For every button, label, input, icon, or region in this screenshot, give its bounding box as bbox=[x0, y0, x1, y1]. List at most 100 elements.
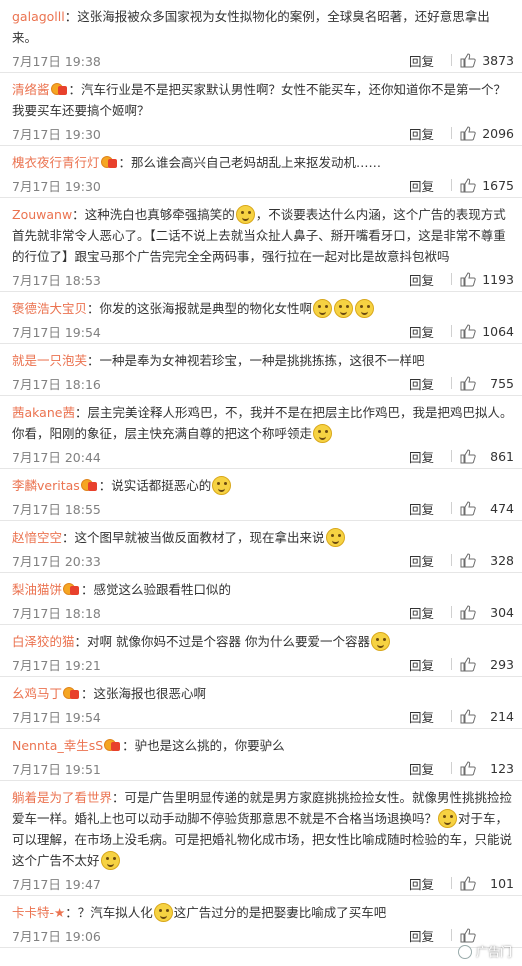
comment-body: 汽车行业是不是把买家默认男性啊？女性不能买车，还你知道你不是第一个？我要买车还要… bbox=[12, 82, 507, 118]
comment-feed: galagolll：这张海报被众多国家视为女性拟物化的案例，全球臭名昭著，还好意… bbox=[0, 0, 522, 948]
reply-button[interactable]: 回复 bbox=[409, 499, 445, 518]
like-thumb-icon[interactable] bbox=[460, 875, 476, 891]
reply-button[interactable]: 回复 bbox=[409, 603, 445, 622]
emoji-icon bbox=[153, 903, 173, 922]
comment-body: 层主完美诠释人形鸡巴，不，我并不是在把层主比作鸡巴，我是把鸡巴拟人。你看，阳刚的… bbox=[12, 405, 513, 441]
comment-text: Nennta_幸生sS ：驴也是这么挑的，你要驴么 bbox=[12, 738, 285, 753]
comment-username[interactable]: Nennta_幸生sS bbox=[12, 738, 103, 753]
watermark: 广告门 bbox=[457, 943, 512, 960]
comment-text: 褒德浩大宝贝：你发的这张海报就是典型的物化女性啊 bbox=[12, 298, 514, 319]
comment-text: 梨油猫饼 ：感觉这么验跟看牲口似的 bbox=[12, 582, 232, 597]
comment-username[interactable]: galagolll bbox=[12, 9, 65, 24]
comment-meta: 7月17日 19:21 回复 293 bbox=[12, 652, 514, 676]
comment-username[interactable]: 白泽狡的猫 bbox=[12, 634, 75, 649]
like-count: 1675 bbox=[482, 177, 514, 193]
reply-button[interactable]: 回复 bbox=[409, 447, 445, 466]
like-count: 304 bbox=[490, 604, 514, 620]
comment-item: 清络酱 ：汽车行业是不是把买家默认男性啊？女性不能买车，还你知道你不是第一个？我要… bbox=[0, 73, 522, 146]
emoji-icon bbox=[235, 205, 255, 224]
like-thumb-icon[interactable] bbox=[460, 708, 476, 724]
comment-username[interactable]: 梨油猫饼 bbox=[12, 582, 62, 597]
emoji-icon bbox=[325, 528, 345, 547]
comment-text: 李麟veritas ：说实话都挺恶心的 bbox=[12, 475, 514, 496]
reply-button[interactable]: 回复 bbox=[409, 551, 445, 570]
comment-item: 李麟veritas ：说实话都挺恶心的 7月17日 18:55 回复 474 bbox=[0, 469, 522, 521]
comment-time: 7月17日 19:30 bbox=[12, 178, 101, 194]
comment-body: 驴也是这么挑的，你要驴么 bbox=[134, 738, 285, 753]
meta-divider bbox=[451, 877, 452, 889]
comment-time: 7月17日 19:06 bbox=[12, 928, 101, 944]
comment-meta: 7月17日 18:16 回复 755 bbox=[12, 371, 514, 395]
member-badge-icon bbox=[50, 83, 68, 96]
comment-body: 一种是奉为女神视若珍宝，一种是挑挑拣拣，这很不一样吧 bbox=[99, 353, 425, 368]
like-thumb-icon[interactable] bbox=[460, 323, 476, 339]
reply-button[interactable]: 回复 bbox=[409, 655, 445, 674]
comment-body: 这个图早就被当做反面教材了，现在拿出来说 bbox=[74, 530, 325, 545]
emoji-icon bbox=[355, 299, 375, 318]
comment-body: 说实话都挺恶心的 bbox=[111, 478, 212, 493]
meta-divider bbox=[451, 450, 452, 462]
like-count: 328 bbox=[490, 552, 514, 568]
comment-username[interactable]: 茜akane茜 bbox=[12, 405, 75, 420]
like-thumb-icon[interactable] bbox=[460, 552, 476, 568]
reply-button[interactable]: 回复 bbox=[409, 176, 445, 195]
member-badge-icon bbox=[63, 687, 80, 700]
comment-meta: 7月17日 19:38 回复 3873 bbox=[12, 48, 514, 72]
like-count: 101 bbox=[490, 875, 514, 891]
comment-text: galagolll：这张海报被众多国家视为女性拟物化的案例，全球臭名昭著，还好意… bbox=[12, 9, 490, 45]
comment-username[interactable]: 就是一只泡芙 bbox=[12, 353, 87, 368]
reply-button[interactable]: 回复 bbox=[409, 374, 445, 393]
reply-button[interactable]: 回复 bbox=[409, 270, 445, 289]
like-thumb-icon[interactable] bbox=[460, 656, 476, 672]
watermark-text: 广告门 bbox=[475, 945, 512, 959]
comment-time: 7月17日 20:33 bbox=[12, 553, 101, 569]
comment-text: 清络酱 ：汽车行业是不是把买家默认男性啊？女性不能买车，还你知道你不是第一个？我要… bbox=[12, 82, 507, 118]
like-thumb-icon[interactable] bbox=[460, 375, 476, 391]
comment-username[interactable]: 褒德浩大宝贝 bbox=[12, 301, 87, 316]
meta-divider bbox=[451, 54, 452, 66]
reply-button[interactable]: 回复 bbox=[409, 926, 445, 945]
emoji-icon bbox=[438, 809, 458, 828]
meta-divider bbox=[451, 658, 452, 670]
comment-username[interactable]: Zouwanw bbox=[12, 207, 72, 222]
like-thumb-icon[interactable] bbox=[460, 52, 476, 68]
meta-divider bbox=[451, 127, 452, 139]
like-thumb-icon[interactable] bbox=[460, 448, 476, 464]
reply-button[interactable]: 回复 bbox=[409, 322, 445, 341]
like-count: 1193 bbox=[482, 271, 514, 287]
like-thumb-icon[interactable] bbox=[460, 177, 476, 193]
comment-username[interactable]: 槐衣夜行青行灯 bbox=[12, 155, 100, 170]
reply-button[interactable]: 回复 bbox=[409, 707, 445, 726]
comment-time: 7月17日 18:53 bbox=[12, 272, 101, 288]
comment-meta: 7月17日 18:53 回复 1193 bbox=[12, 267, 514, 291]
like-thumb-icon[interactable] bbox=[460, 125, 476, 141]
reply-button[interactable]: 回复 bbox=[409, 51, 445, 70]
comment-username[interactable]: 幺鸡马丁 bbox=[12, 686, 62, 701]
reply-button[interactable]: 回复 bbox=[409, 124, 445, 143]
meta-divider bbox=[451, 179, 452, 191]
comment-body: 对啊 就像你妈不过是个容器 你为什么要爱一个容器 bbox=[87, 634, 370, 649]
like-count: 214 bbox=[490, 708, 514, 724]
comment-meta: 7月17日 20:44 回复 861 bbox=[12, 444, 514, 468]
meta-divider bbox=[451, 606, 452, 618]
like-thumb-icon[interactable] bbox=[460, 500, 476, 516]
comment-body: 那么谁会高兴自己老妈胡乱上来抠发动机…… bbox=[131, 155, 382, 170]
like-thumb-icon[interactable] bbox=[460, 760, 476, 776]
emoji-icon bbox=[313, 299, 333, 318]
like-count: 861 bbox=[490, 448, 514, 464]
comment-username[interactable]: 清络酱 bbox=[12, 82, 50, 97]
comment-item: 梨油猫饼 ：感觉这么验跟看牲口似的 7月17日 18:18 回复 304 bbox=[0, 573, 522, 625]
comment-username[interactable]: 赵愔空空 bbox=[12, 530, 62, 545]
reply-button[interactable]: 回复 bbox=[409, 759, 445, 778]
comment-username[interactable]: 卡卡特-★ bbox=[12, 905, 65, 920]
comment-username[interactable]: 李麟veritas bbox=[12, 478, 80, 493]
like-thumb-icon[interactable] bbox=[460, 271, 476, 287]
comment-text: 白泽狡的猫：对啊 就像你妈不过是个容器 你为什么要爱一个容器 bbox=[12, 631, 514, 652]
reply-button[interactable]: 回复 bbox=[409, 874, 445, 893]
like-thumb-icon[interactable] bbox=[460, 604, 476, 620]
comment-username[interactable]: 躺着是为了看世界 bbox=[12, 790, 112, 805]
comment-item: Nennta_幸生sS ：驴也是这么挑的，你要驴么 7月17日 19:51 回复 123 bbox=[0, 729, 522, 781]
comment-time: 7月17日 19:38 bbox=[12, 53, 101, 69]
like-count: 3873 bbox=[482, 52, 514, 68]
like-thumb-icon[interactable] bbox=[460, 927, 476, 943]
